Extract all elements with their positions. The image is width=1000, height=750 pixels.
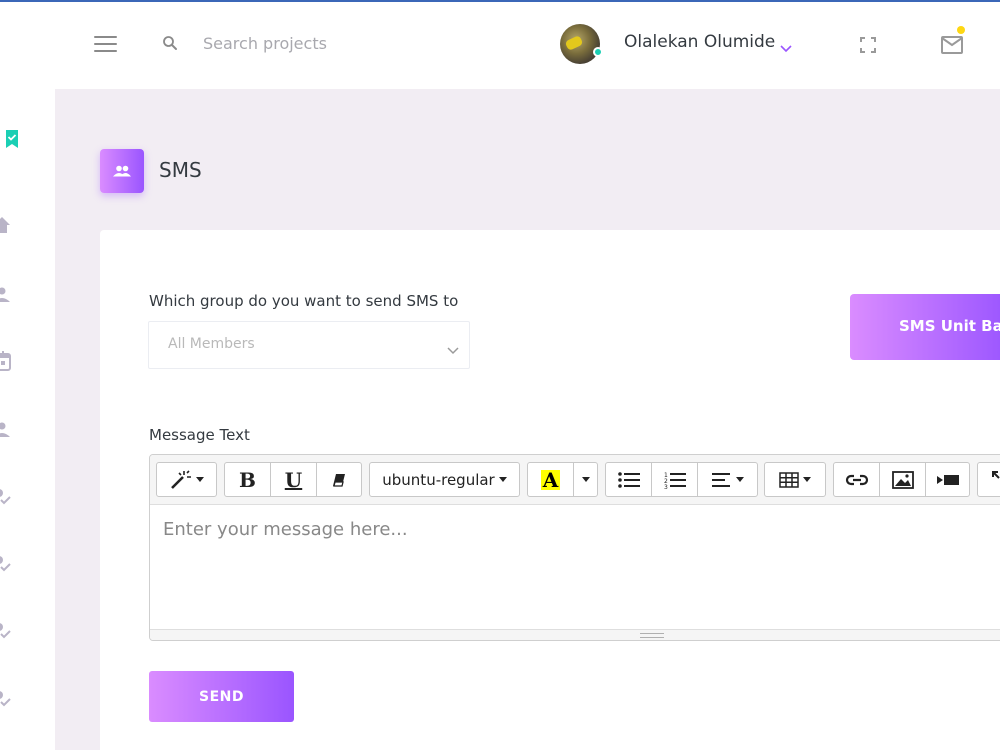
check-badge-icon[interactable] <box>4 129 20 153</box>
mail-icon[interactable] <box>941 36 963 58</box>
font-family-value: ubuntu-regular <box>382 470 495 489</box>
editor-toolbar: B U ubuntu-regular A 1 2 3 <box>150 455 1000 505</box>
user-check-icon[interactable] <box>0 487 12 511</box>
table-icon <box>765 463 825 496</box>
avatar[interactable] <box>560 24 600 64</box>
online-status-dot <box>593 47 603 57</box>
magic-wand-icon[interactable] <box>157 463 216 496</box>
color-dropdown-caret[interactable] <box>574 463 597 496</box>
fullscreen-icon[interactable] <box>978 463 1000 496</box>
chevron-down-icon <box>447 340 459 359</box>
resize-grip-icon <box>640 633 664 638</box>
font-family-control: ubuntu-regular <box>370 463 519 496</box>
user-check-icon[interactable] <box>0 689 12 713</box>
editor-resize-handle[interactable] <box>150 629 1000 640</box>
table-dropdown[interactable] <box>764 462 826 497</box>
chevron-down-icon[interactable] <box>780 38 792 57</box>
align-icon[interactable] <box>698 463 757 496</box>
paragraph-group: 123 <box>605 462 758 497</box>
font-family-dropdown[interactable]: ubuntu-regular <box>369 462 520 497</box>
user-name[interactable]: Olalekan Olumide <box>624 32 775 52</box>
underline-icon[interactable]: U <box>271 463 316 496</box>
unordered-list-icon[interactable] <box>606 463 651 496</box>
message-text-label: Message Text <box>149 426 250 444</box>
style-group <box>156 462 217 497</box>
message-textarea[interactable] <box>150 505 1000 629</box>
user-check-icon[interactable] <box>0 621 12 645</box>
notification-dot <box>957 26 965 34</box>
insert-group <box>833 462 970 497</box>
view-group <box>977 462 1000 497</box>
rich-text-editor: B U ubuntu-regular A 1 2 3 Enter your me… <box>149 454 1000 641</box>
people-icon <box>113 165 131 177</box>
people-icon[interactable] <box>0 420 12 442</box>
font-style-group: B U <box>224 462 362 497</box>
top-navbar <box>0 2 1000 89</box>
group-select-label: Which group do you want to send SMS to <box>149 292 459 310</box>
menu-toggle-icon[interactable] <box>94 36 117 52</box>
search-input[interactable] <box>203 30 463 56</box>
page-title-icon <box>100 149 144 193</box>
fullscreen-icon[interactable] <box>860 37 876 57</box>
home-icon[interactable] <box>0 216 12 238</box>
text-color-icon[interactable]: A <box>528 463 573 496</box>
eraser-icon[interactable] <box>317 463 361 496</box>
send-button[interactable]: SEND <box>149 671 294 722</box>
color-group: A <box>527 462 598 497</box>
bold-icon[interactable]: B <box>225 463 270 496</box>
people-icon[interactable] <box>0 285 12 307</box>
svg-text:3: 3 <box>664 484 668 489</box>
calendar-icon[interactable] <box>0 350 12 376</box>
search-icon <box>161 34 179 56</box>
video-icon[interactable] <box>926 463 969 496</box>
sms-unit-balance-button[interactable]: SMS Unit Ba <box>850 294 1000 360</box>
user-check-icon[interactable] <box>0 554 12 578</box>
link-icon[interactable] <box>834 463 879 496</box>
ordered-list-icon[interactable]: 123 <box>652 463 697 496</box>
group-select-value: All Members <box>168 336 255 352</box>
image-icon[interactable] <box>880 463 925 496</box>
page-title: SMS <box>159 158 202 182</box>
group-select[interactable]: All Members <box>148 321 470 369</box>
